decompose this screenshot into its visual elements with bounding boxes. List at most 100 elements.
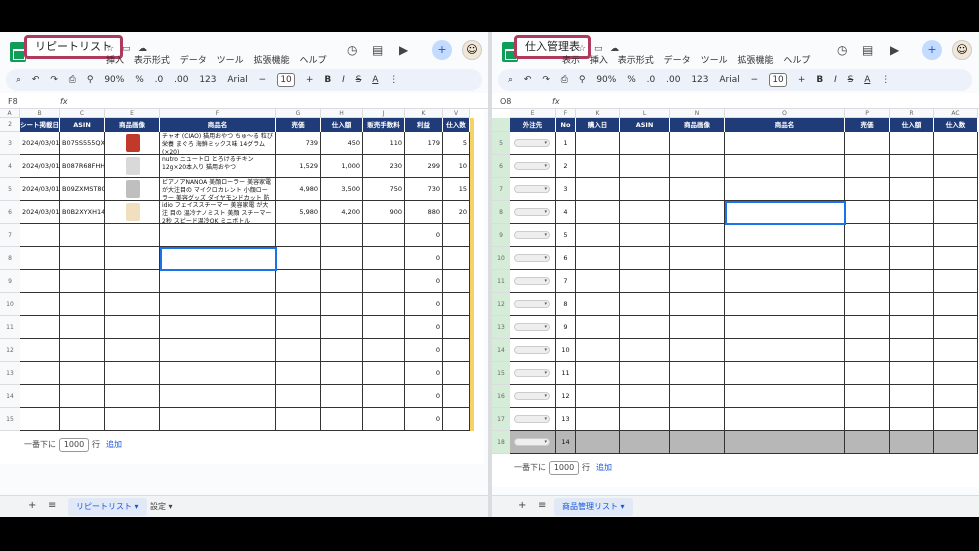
table-cell[interactable]: [725, 362, 845, 385]
table-cell[interactable]: [670, 431, 725, 454]
paint-format-icon[interactable]: ⚲: [579, 75, 586, 85]
column-header[interactable]: G: [276, 109, 321, 118]
zoom-select[interactable]: 90%: [596, 75, 616, 85]
table-cell[interactable]: 0: [405, 339, 443, 362]
table-cell[interactable]: ビアノアNANOA 美顔ローラー 美容家電 が大注目の マイクロカレント 小顔ロ…: [160, 178, 276, 201]
table-cell[interactable]: 450: [321, 132, 363, 155]
row-header[interactable]: 8: [492, 201, 510, 224]
table-cell[interactable]: [670, 247, 725, 270]
table-cell[interactable]: [363, 339, 405, 362]
decrease-decimal[interactable]: .0: [647, 75, 656, 85]
strikethrough-icon[interactable]: S: [848, 75, 854, 85]
vendor-dropdown[interactable]: ▾: [514, 300, 550, 308]
table-cell[interactable]: 0: [405, 224, 443, 247]
table-cell[interactable]: 4,200: [321, 201, 363, 224]
row-header[interactable]: 9: [492, 224, 510, 247]
table-cell[interactable]: [576, 339, 620, 362]
table-cell[interactable]: [620, 155, 670, 178]
table-cell[interactable]: [890, 385, 934, 408]
column-header[interactable]: F: [160, 109, 276, 118]
table-header-cell[interactable]: 販売手数料: [363, 118, 405, 132]
table-cell[interactable]: [670, 362, 725, 385]
font-size-plus[interactable]: +: [306, 75, 314, 85]
row-header[interactable]: 14: [492, 339, 510, 362]
add-sheet-icon[interactable]: +: [518, 500, 526, 511]
table-cell[interactable]: B075S555QX: [60, 132, 105, 155]
percent-format[interactable]: %: [135, 75, 144, 85]
table-cell[interactable]: [160, 316, 276, 339]
table-cell[interactable]: [620, 293, 670, 316]
row-header[interactable]: 8: [0, 247, 20, 270]
table-cell[interactable]: [890, 155, 934, 178]
table-cell[interactable]: 0: [405, 316, 443, 339]
vendor-dropdown[interactable]: ▾: [514, 277, 550, 285]
row-header[interactable]: 14: [0, 385, 20, 408]
table-cell[interactable]: [105, 385, 160, 408]
vendor-cell[interactable]: ▾: [510, 316, 556, 339]
table-cell[interactable]: [576, 155, 620, 178]
row-header[interactable]: 2: [0, 118, 20, 132]
table-header-cell[interactable]: 売価: [845, 118, 890, 132]
table-cell[interactable]: 1,529: [276, 155, 321, 178]
table-cell[interactable]: [276, 247, 321, 270]
increase-decimal[interactable]: .00: [174, 75, 188, 85]
selected-cell[interactable]: [725, 201, 846, 225]
product-image-cell[interactable]: [105, 132, 160, 155]
table-cell[interactable]: [620, 362, 670, 385]
search-menu-icon[interactable]: ⌕: [508, 75, 513, 85]
table-cell[interactable]: [363, 316, 405, 339]
avatar[interactable]: ☺: [952, 40, 972, 60]
vendor-cell[interactable]: ▾: [510, 385, 556, 408]
number-format[interactable]: 123: [199, 75, 216, 85]
search-menu-icon[interactable]: ⌕: [16, 75, 21, 85]
vendor-dropdown[interactable]: ▾: [514, 323, 550, 331]
italic-icon[interactable]: I: [834, 75, 837, 85]
table-cell[interactable]: [934, 155, 978, 178]
column-header[interactable]: E: [510, 109, 556, 118]
table-cell[interactable]: [725, 385, 845, 408]
table-cell[interactable]: [670, 385, 725, 408]
vendor-cell[interactable]: ▾: [510, 408, 556, 431]
font-size-input[interactable]: 10: [277, 73, 296, 87]
vendor-cell[interactable]: ▾: [510, 270, 556, 293]
table-cell[interactable]: [845, 132, 890, 155]
undo-icon[interactable]: ↶: [32, 75, 40, 85]
column-header[interactable]: K: [576, 109, 620, 118]
column-header[interactable]: H: [321, 109, 363, 118]
row-header[interactable]: 7: [492, 178, 510, 201]
print-icon[interactable]: ⎙: [561, 75, 568, 85]
vendor-cell[interactable]: ▾: [510, 339, 556, 362]
table-header-cell[interactable]: 商品画像: [105, 118, 160, 132]
table-cell[interactable]: [670, 293, 725, 316]
table-header-cell[interactable]: 商品画像: [670, 118, 725, 132]
table-cell[interactable]: 2024/03/01: [20, 201, 60, 224]
table-cell[interactable]: [934, 201, 978, 224]
table-cell[interactable]: [20, 293, 60, 316]
table-cell[interactable]: [845, 316, 890, 339]
undo-icon[interactable]: ↶: [524, 75, 532, 85]
font-size-plus[interactable]: +: [798, 75, 806, 85]
table-cell[interactable]: [620, 385, 670, 408]
table-cell[interactable]: 880: [405, 201, 443, 224]
row-header[interactable]: 4: [0, 155, 20, 178]
row-header[interactable]: 9: [0, 270, 20, 293]
product-image-cell[interactable]: [105, 201, 160, 224]
table-cell[interactable]: [890, 270, 934, 293]
row-header[interactable]: 10: [492, 247, 510, 270]
table-cell[interactable]: [60, 385, 105, 408]
table-cell[interactable]: [670, 178, 725, 201]
table-cell[interactable]: B087R68FHH: [60, 155, 105, 178]
text-color-icon[interactable]: A: [864, 75, 870, 85]
table-cell[interactable]: [160, 362, 276, 385]
menu-tools[interactable]: ツール: [217, 56, 244, 66]
table-cell[interactable]: [276, 270, 321, 293]
table-header-cell[interactable]: シート掲載日: [20, 118, 60, 132]
row-header[interactable]: 12: [492, 293, 510, 316]
tab-repeat-list[interactable]: リピートリスト ▾: [68, 498, 147, 516]
redo-icon[interactable]: ↷: [50, 75, 58, 85]
table-cell[interactable]: [276, 293, 321, 316]
table-cell[interactable]: [276, 339, 321, 362]
row-header[interactable]: 15: [0, 408, 20, 431]
column-header[interactable]: V: [443, 109, 470, 118]
table-cell[interactable]: [725, 270, 845, 293]
